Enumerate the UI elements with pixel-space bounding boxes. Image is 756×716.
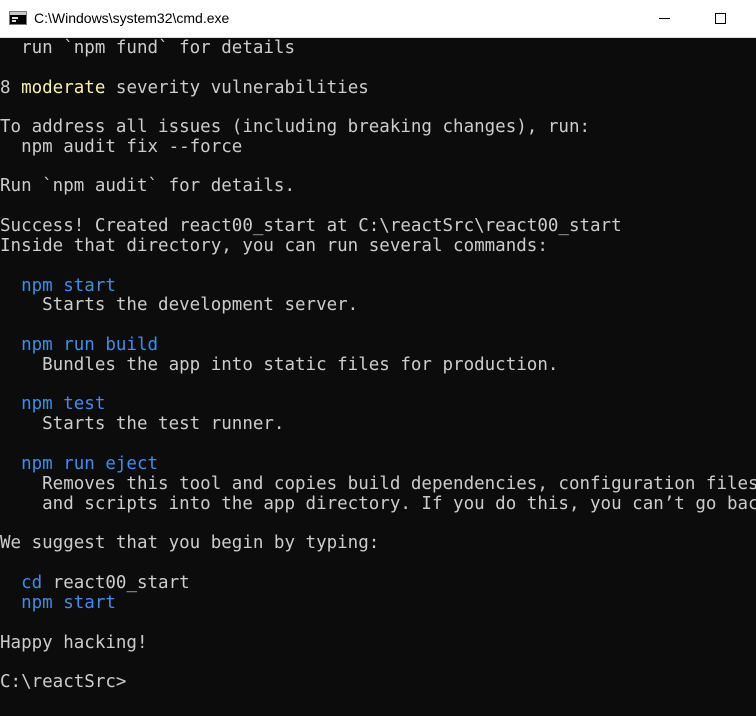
cd-argument: react00_start: [42, 573, 190, 593]
command-line: cd react00_start: [0, 573, 190, 593]
minimize-button[interactable]: [642, 0, 688, 38]
cmd-icon[interactable]: [9, 11, 27, 25]
console-line: Run `npm audit` for details.: [0, 176, 296, 196]
command-line: npm start: [0, 593, 116, 613]
console-line: Success! Created react00_start at C:\rea…: [0, 216, 622, 236]
console-line: run `npm fund` for details: [0, 38, 296, 58]
vuln-text: severity vulnerabilities: [105, 78, 369, 98]
vuln-count: 8: [0, 78, 22, 98]
console-line: Happy hacking!: [0, 633, 148, 653]
command-prompt[interactable]: C:\reactSrc>: [0, 672, 126, 692]
console-line: To address all issues (including breakin…: [0, 117, 591, 137]
minimize-icon: [659, 18, 670, 19]
console-line: We suggest that you begin by typing:: [0, 533, 380, 553]
console-line: Bundles the app into static files for pr…: [0, 355, 559, 375]
window-title: C:\Windows\system32\cmd.exe: [34, 10, 230, 26]
command-line: npm test: [0, 394, 106, 414]
command-line: npm start: [0, 276, 116, 296]
console-output[interactable]: run `npm fund` for details 8 moderate se…: [0, 38, 756, 716]
console-line: npm audit fix --force: [0, 137, 243, 157]
console-line: Starts the test runner.: [0, 414, 285, 434]
maximize-button[interactable]: [698, 0, 744, 38]
console-line: Removes this tool and copies build depen…: [0, 474, 756, 494]
cd-command: cd: [0, 573, 43, 593]
title-bar[interactable]: C:\Windows\system32\cmd.exe: [0, 0, 756, 38]
command-line: npm run eject: [0, 454, 159, 474]
console-line: 8 moderate severity vulnerabilities: [0, 78, 369, 98]
console-line: Inside that directory, you can run sever…: [0, 236, 548, 256]
maximize-icon: [715, 13, 726, 24]
cmd-window: C:\Windows\system32\cmd.exe run `npm fun…: [0, 0, 756, 716]
severity-label: moderate: [21, 78, 106, 98]
console-line: Starts the development server.: [0, 295, 359, 315]
command-line: npm run build: [0, 335, 159, 355]
console-line: and scripts into the app directory. If y…: [0, 494, 756, 514]
